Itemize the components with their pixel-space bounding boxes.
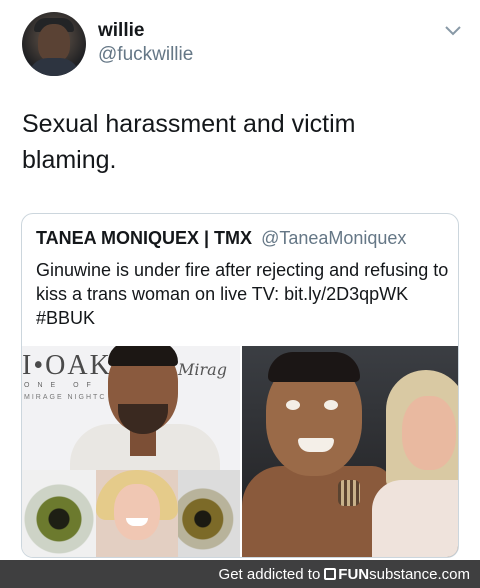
user-handle[interactable]: @fuckwillie [98,44,193,66]
man-hair [268,352,360,382]
woman-sweater [372,480,458,557]
avatar-shirt [28,58,80,76]
eye-logo-left [22,470,96,557]
quoted-tweet[interactable]: TANEA MONIQUEX | TMX @TaneaMoniquex Ginu… [21,213,459,558]
club-logo-subtitle: MIRAGE NIGHTC [24,394,107,401]
collage-image[interactable]: I•OAK ONE OF A K MIRAGE NIGHTC Mirag [22,346,240,557]
chevron-down-icon[interactable] [444,24,462,38]
watermark-footer: Get addicted to FUNsubstance.com [0,560,480,588]
tv-still-image[interactable] [242,346,458,557]
watermark-lead: Get addicted to [218,566,321,583]
quoted-media[interactable]: I•OAK ONE OF A K MIRAGE NIGHTC Mirag [22,346,458,557]
tweet-card: willie @fuckwillie Sexual harassment and… [0,0,480,560]
bracelet [338,480,360,506]
funsubstance-logo-icon [324,568,337,580]
woman-face [114,484,160,540]
quoted-display-name: TANEA MONIQUEX | TMX [36,228,253,248]
avatar-face [38,24,70,62]
quoted-tweet-header: TANEA MONIQUEX | TMX @TaneaMoniquex [36,228,406,249]
watermark-text[interactable]: Get addicted to FUNsubstance.com [219,566,470,583]
quoted-tweet-text: Ginuwine is under fire after rejecting a… [36,260,449,328]
tweet-text: Sexual harassment and victim blaming. [22,110,356,174]
watermark-brand-fun: FUN [338,566,370,583]
man-eye [324,400,338,410]
quoted-user-handle: @TaneaMoniquex [261,228,407,248]
tweet-header: willie @fuckwillie [22,12,462,78]
club-logo: I•OAK [22,350,112,381]
mirage-script-logo: Mirag [178,360,227,379]
man-eye [286,400,300,410]
man-arm [242,466,392,557]
display-name[interactable]: willie [98,20,144,42]
woman-face [402,396,456,470]
avatar[interactable] [22,12,86,76]
eye-logo-right [178,470,240,557]
watermark-brand-rest: substance.com [369,566,470,583]
man-mouth [298,438,334,452]
man-hair [108,346,178,366]
